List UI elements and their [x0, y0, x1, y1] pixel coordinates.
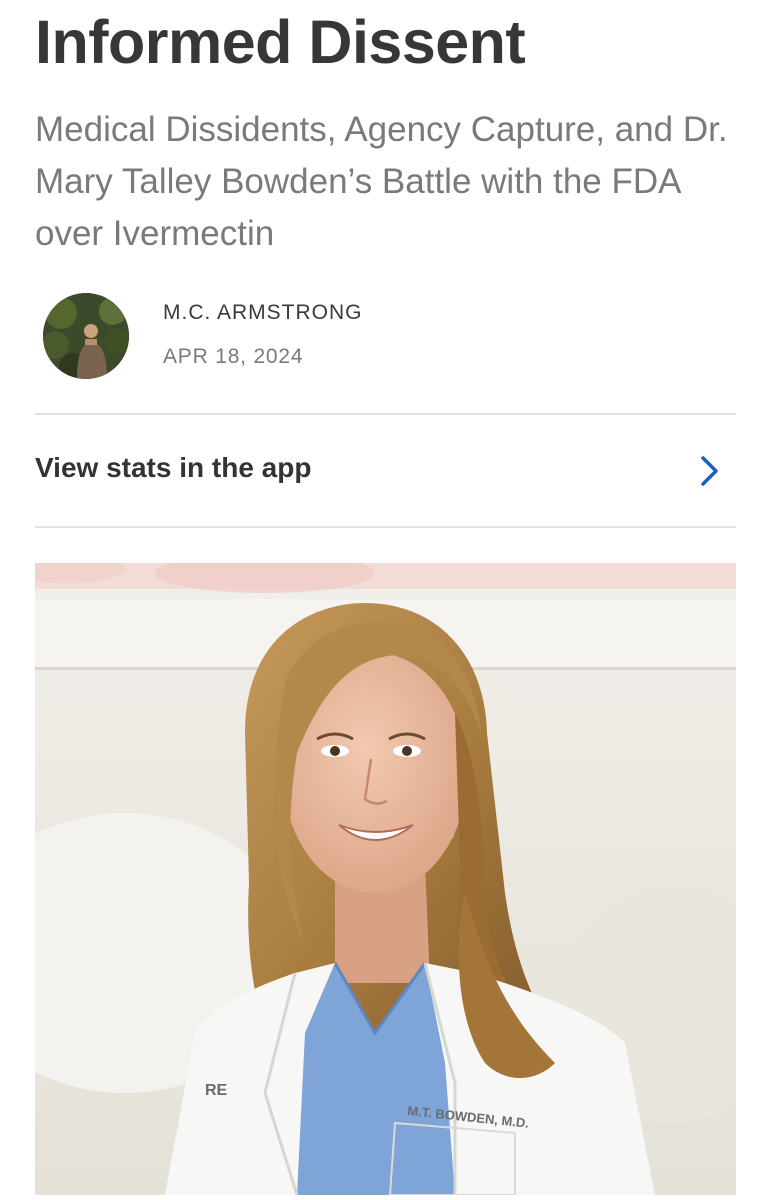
chevron-right-icon: [701, 456, 718, 486]
author-avatar-image: [43, 293, 129, 379]
post-date: APR 18, 2024: [163, 345, 304, 368]
author-avatar[interactable]: [43, 293, 129, 379]
author-name[interactable]: M.C. ARMSTRONG: [163, 301, 363, 325]
hero-image[interactable]: RE M.T. BOWDEN, M.D.: [35, 563, 736, 1195]
divider-bottom: [35, 526, 736, 528]
view-stats-label: View stats in the app: [35, 452, 312, 483]
view-stats-row[interactable]: View stats in the app: [35, 416, 736, 526]
coat-text-left: RE: [205, 1082, 228, 1099]
portrait-illustration: RE M.T. BOWDEN, M.D.: [35, 563, 736, 1195]
post-title: Informed Dissent: [35, 8, 526, 76]
post-subtitle: Medical Dissidents, Agency Capture, and …: [35, 110, 728, 253]
byline: M.C. ARMSTRONG APR 18, 2024: [35, 290, 736, 382]
divider-top: [35, 413, 736, 415]
